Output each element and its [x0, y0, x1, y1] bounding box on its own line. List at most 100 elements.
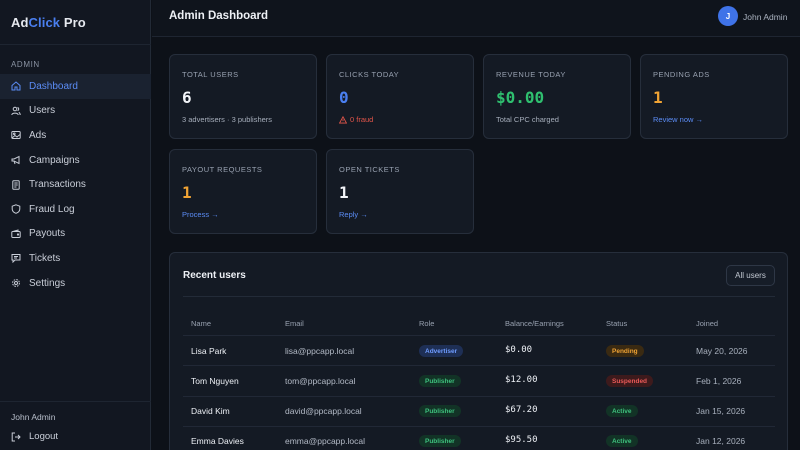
- column-header-balance[interactable]: Balance/Earnings: [505, 319, 564, 328]
- role-badge: Publisher: [419, 405, 461, 417]
- home-icon: [11, 81, 21, 91]
- role-badge: Advertiser: [419, 345, 464, 357]
- logout-button[interactable]: Logout: [11, 431, 58, 442]
- role-badge: Publisher: [419, 435, 461, 447]
- role-badge: Publisher: [419, 375, 461, 387]
- stat-card-clicks-today: CLICKS TODAY 0 0 fraud: [326, 54, 474, 139]
- sidebar-item-label: Campaigns: [29, 154, 80, 166]
- stat-label: REVENUE TODAY: [496, 70, 566, 79]
- sidebar-item-campaigns[interactable]: Campaigns: [0, 148, 151, 173]
- review-now-link[interactable]: Review now →: [653, 115, 703, 124]
- panel-divider: [183, 296, 775, 297]
- stat-value: 1: [653, 88, 663, 107]
- cell-joined: Jan 15, 2026: [696, 406, 746, 416]
- sidebar-footer-divider: [0, 401, 151, 402]
- sidebar-item-label: Ads: [29, 129, 47, 141]
- cell-balance: $67.20: [505, 405, 538, 415]
- users-icon: [11, 106, 21, 116]
- logout-label: Logout: [29, 431, 59, 442]
- brand-part-ad: Ad: [11, 15, 29, 30]
- row-divider: [183, 426, 775, 427]
- cell-balance: $0.00: [505, 345, 533, 355]
- cell-balance: $95.50: [505, 435, 538, 445]
- gear-icon: [11, 278, 21, 288]
- stat-label: OPEN TICKETS: [339, 165, 400, 174]
- stat-value: 1: [339, 183, 349, 202]
- sidebar-item-label: Fraud Log: [29, 203, 75, 215]
- cell-joined: Jan 12, 2026: [696, 436, 746, 446]
- sidebar-item-users[interactable]: Users: [0, 99, 151, 124]
- cell-name: Emma Davies: [191, 436, 244, 446]
- cell-name: David Kim: [191, 406, 230, 416]
- status-badge: Pending: [606, 345, 644, 357]
- stat-subtext: 0 fraud: [350, 115, 374, 124]
- cell-name: Tom Nguyen: [191, 376, 239, 386]
- image-icon: [11, 130, 21, 140]
- sidebar-item-label: Tickets: [29, 252, 61, 264]
- stat-card-total-users: TOTAL USERS 6 3 advertisers · 3 publishe…: [169, 54, 317, 139]
- stat-label: CLICKS TODAY: [339, 70, 400, 79]
- wallet-icon: [11, 229, 21, 239]
- sidebar-item-payouts[interactable]: Payouts: [0, 222, 151, 247]
- sidebar-item-label: Transactions: [29, 179, 86, 191]
- stat-card-open-tickets: OPEN TICKETS 1 Reply →: [326, 149, 474, 234]
- sidebar-item-fraud-log[interactable]: Fraud Log: [0, 197, 151, 222]
- header-user-name[interactable]: John Admin: [743, 12, 787, 22]
- sidebar-item-label: Settings: [29, 277, 66, 289]
- cell-email: emma@ppcapp.local: [285, 436, 365, 446]
- column-header-role[interactable]: Role: [419, 319, 434, 328]
- cell-joined: Feb 1, 2026: [696, 376, 742, 386]
- cell-email: tom@ppcapp.local: [285, 376, 356, 386]
- receipt-icon: [11, 179, 21, 190]
- sidebar-item-settings[interactable]: Settings: [0, 271, 151, 296]
- panel-title: Recent users: [183, 270, 246, 281]
- brand-part-click: Click: [28, 15, 61, 30]
- sidebar-nav: Dashboard Users Ads Campaigns Transactio…: [0, 74, 151, 295]
- stat-card-payout-requests: PAYOUT REQUESTS 1 Process →: [169, 149, 317, 234]
- row-divider: [183, 335, 775, 336]
- sidebar-item-label: Payouts: [29, 228, 66, 240]
- stat-value: $0.00: [496, 88, 545, 107]
- reply-link[interactable]: Reply →: [339, 210, 368, 219]
- column-header-name[interactable]: Name: [191, 319, 211, 328]
- sidebar-item-dashboard[interactable]: Dashboard: [0, 74, 151, 99]
- row-divider: [183, 365, 775, 366]
- sidebar-item-label: Dashboard: [29, 80, 78, 92]
- warning-icon: [339, 115, 347, 123]
- process-link[interactable]: Process →: [182, 210, 219, 219]
- status-badge: Active: [606, 435, 638, 447]
- stat-card-revenue-today: REVENUE TODAY $0.00 Total CPC charged: [483, 54, 631, 139]
- column-header-joined[interactable]: Joined: [696, 319, 718, 328]
- brand-part-pro: Pro: [60, 15, 86, 30]
- stat-value: 6: [182, 88, 192, 107]
- all-users-button[interactable]: All users: [726, 265, 775, 286]
- stat-label: TOTAL USERS: [182, 70, 239, 79]
- column-header-email[interactable]: Email: [285, 319, 304, 328]
- shield-icon: [11, 204, 21, 215]
- status-badge: Suspended: [606, 375, 654, 387]
- status-badge: Active: [606, 405, 638, 417]
- stat-subtext: 3 advertisers · 3 publishers: [182, 115, 273, 124]
- stat-label: PENDING ADS: [653, 70, 710, 79]
- sidebar-item-ads[interactable]: Ads: [0, 123, 151, 148]
- sidebar-section-label: ADMIN: [11, 60, 40, 69]
- page-title: Admin Dashboard: [169, 10, 269, 22]
- message-icon: [11, 253, 21, 264]
- sidebar-item-transactions[interactable]: Transactions: [0, 172, 151, 197]
- cell-email: lisa@ppcapp.local: [285, 346, 355, 356]
- recent-users-panel: Recent users All users Name Email Role B…: [169, 252, 788, 450]
- row-divider: [183, 396, 775, 397]
- sidebar-item-label: Users: [29, 105, 56, 117]
- sidebar: AdClick Pro ADMIN Dashboard Users Ads Ca…: [0, 0, 151, 450]
- top-bar: Admin Dashboard J John Admin: [152, 0, 800, 37]
- avatar[interactable]: J: [718, 6, 738, 26]
- brand-logo[interactable]: AdClick Pro: [0, 0, 150, 44]
- logout-icon: [11, 432, 21, 441]
- cell-email: david@ppcapp.local: [285, 406, 362, 416]
- sidebar-user-name: John Admin: [11, 412, 56, 422]
- cell-name: Lisa Park: [191, 346, 227, 356]
- column-header-status[interactable]: Status: [606, 319, 627, 328]
- stat-value: 1: [182, 183, 192, 202]
- brand-divider: [0, 44, 151, 45]
- sidebar-item-tickets[interactable]: Tickets: [0, 246, 151, 271]
